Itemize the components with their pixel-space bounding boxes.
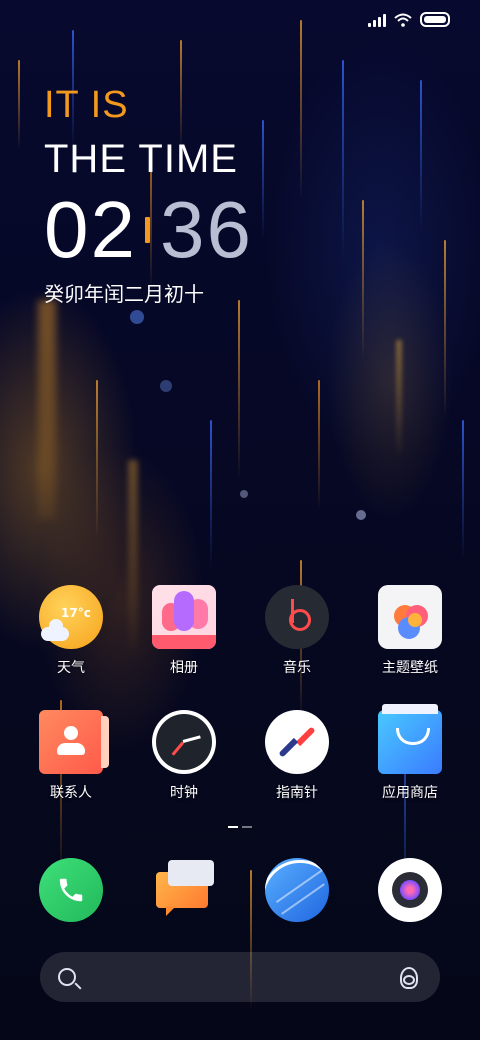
app-gallery[interactable]: 相册 bbox=[129, 585, 239, 677]
time-minute: 36 bbox=[159, 185, 253, 274]
weather-icon: 17°c bbox=[39, 585, 103, 649]
app-label: 应用商店 bbox=[382, 785, 438, 801]
dock-browser[interactable] bbox=[242, 858, 352, 922]
app-weather[interactable]: 17°c 天气 bbox=[16, 585, 126, 677]
app-clock[interactable]: 时钟 bbox=[129, 710, 239, 802]
weather-temperature: 17°c bbox=[61, 606, 91, 620]
app-label: 时钟 bbox=[170, 785, 198, 801]
browser-icon bbox=[265, 858, 329, 922]
contacts-icon bbox=[39, 710, 109, 774]
app-label: 主题壁纸 bbox=[382, 660, 438, 676]
dock-phone[interactable] bbox=[16, 858, 126, 922]
app-contacts[interactable]: 联系人 bbox=[16, 710, 126, 802]
search-icon[interactable] bbox=[58, 968, 76, 986]
signal-icon bbox=[368, 13, 386, 27]
app-store[interactable]: 应用商店 bbox=[355, 704, 465, 802]
app-store-icon bbox=[378, 704, 442, 774]
assistant-icon[interactable] bbox=[394, 965, 422, 989]
app-label: 指南针 bbox=[276, 785, 318, 801]
app-theme-wallpaper[interactable]: 主题壁纸 bbox=[355, 585, 465, 677]
app-label: 联系人 bbox=[50, 785, 92, 801]
phone-icon bbox=[39, 858, 103, 922]
wifi-icon bbox=[394, 13, 412, 27]
music-icon bbox=[265, 585, 329, 649]
status-bar bbox=[368, 12, 450, 27]
clock-widget[interactable]: IT IS THE TIME 02 36 癸卯年闰二月初十 bbox=[44, 84, 253, 307]
widget-time: 02 36 bbox=[44, 190, 253, 270]
app-label: 天气 bbox=[57, 660, 85, 676]
dock-camera[interactable] bbox=[355, 858, 465, 922]
clock-icon bbox=[152, 710, 216, 774]
battery-icon bbox=[420, 12, 450, 27]
widget-line2: THE TIME bbox=[44, 137, 238, 181]
widget-line1: IT IS bbox=[44, 84, 129, 126]
page-indicator bbox=[228, 826, 252, 828]
time-separator bbox=[144, 217, 150, 243]
app-compass[interactable]: 指南针 bbox=[242, 710, 352, 802]
theme-icon bbox=[378, 585, 442, 649]
camera-icon bbox=[378, 858, 442, 922]
time-hour: 02 bbox=[44, 185, 137, 274]
gallery-icon bbox=[152, 585, 216, 649]
dock-messages[interactable] bbox=[129, 858, 239, 922]
app-label: 音乐 bbox=[283, 660, 311, 676]
search-bar[interactable] bbox=[40, 952, 440, 1002]
compass-icon bbox=[265, 710, 329, 774]
app-label: 相册 bbox=[170, 660, 198, 676]
lunar-date: 癸卯年闰二月初十 bbox=[44, 282, 204, 306]
messages-icon bbox=[152, 858, 216, 922]
app-music[interactable]: 音乐 bbox=[242, 585, 352, 677]
